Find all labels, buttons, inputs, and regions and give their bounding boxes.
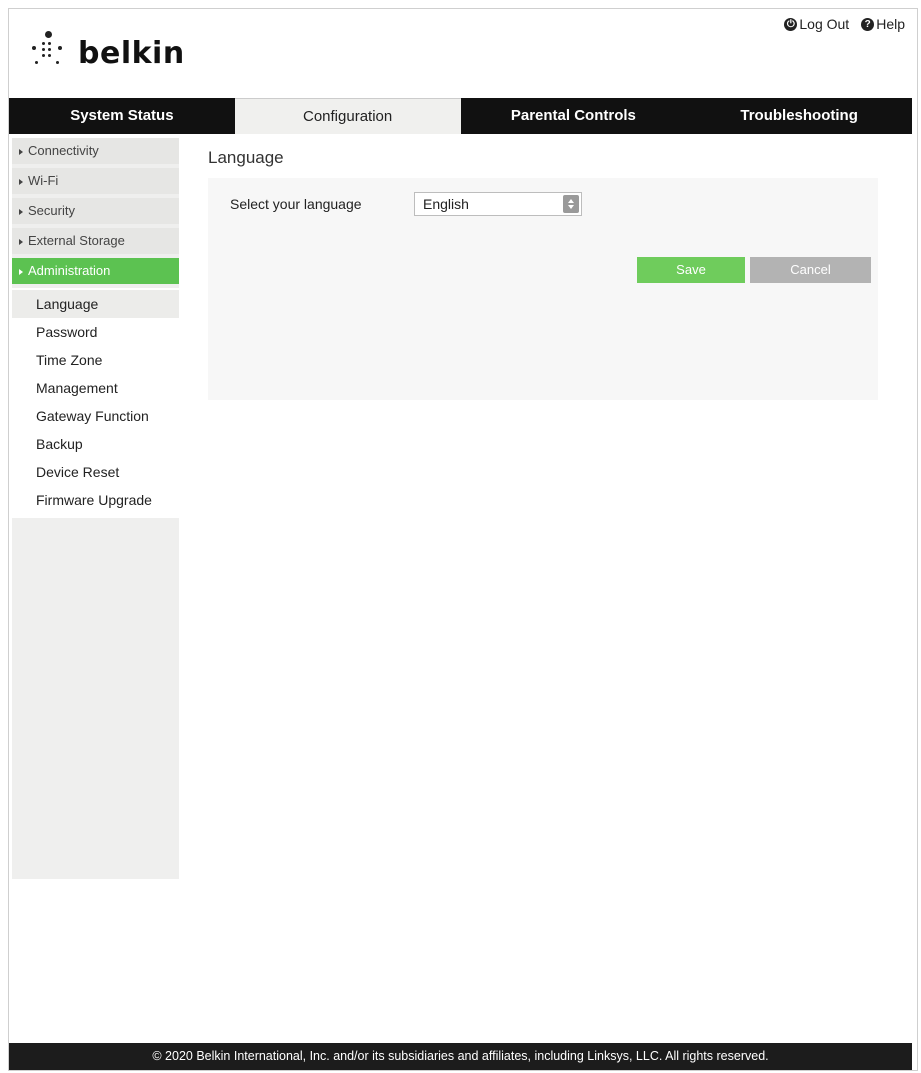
question-icon: ? (861, 17, 875, 31)
brand-name: belkin (78, 35, 185, 71)
caret-right-icon (19, 178, 23, 185)
tab-configuration[interactable]: Configuration (234, 98, 461, 134)
administration-submenu: Language Password Time Zone Management G… (12, 288, 179, 518)
sidebar-item-label: External Storage (28, 233, 125, 248)
save-button[interactable]: Save (637, 257, 745, 283)
submenu-item-device-reset[interactable]: Device Reset (12, 458, 179, 486)
language-label: Select your language (230, 196, 362, 212)
sidebar-item-security[interactable]: Security (12, 198, 179, 224)
language-select[interactable]: English (414, 192, 582, 216)
main-nav: System Status Configuration Parental Con… (9, 98, 912, 134)
submenu-item-firmware-upgrade[interactable]: Firmware Upgrade (12, 486, 179, 514)
logout-link[interactable]: ⏻ Log Out (784, 16, 849, 32)
sidebar-item-label: Administration (28, 263, 111, 278)
belkin-dots-icon (30, 31, 66, 75)
sidebar: Connectivity Wi-Fi Security External Sto… (12, 138, 179, 879)
cancel-button[interactable]: Cancel (750, 257, 871, 283)
submenu-item-language[interactable]: Language (12, 290, 179, 318)
help-link[interactable]: ? Help (861, 16, 905, 32)
caret-right-icon (19, 268, 23, 275)
tab-system-status[interactable]: System Status (9, 98, 235, 134)
language-select-value: English (423, 196, 469, 212)
caret-right-icon (19, 208, 23, 215)
submenu-item-time-zone[interactable]: Time Zone (12, 346, 179, 374)
power-icon: ⏻ (784, 17, 798, 31)
sidebar-item-label: Wi-Fi (28, 173, 59, 188)
select-arrows-icon (563, 195, 579, 213)
tab-parental-controls[interactable]: Parental Controls (461, 98, 687, 134)
caret-right-icon (19, 238, 23, 245)
sidebar-item-label: Connectivity (28, 143, 99, 158)
submenu-item-gateway-function[interactable]: Gateway Function (12, 402, 179, 430)
footer-copyright: © 2020 Belkin International, Inc. and/or… (9, 1043, 912, 1070)
brand-logo[interactable]: belkin (30, 28, 185, 78)
submenu-item-management[interactable]: Management (12, 374, 179, 402)
sidebar-item-administration[interactable]: Administration (12, 258, 179, 284)
top-links: ⏻ Log Out ? Help (784, 16, 905, 32)
help-label: Help (876, 16, 905, 32)
caret-right-icon (19, 148, 23, 155)
tab-troubleshooting[interactable]: Troubleshooting (686, 98, 912, 134)
sidebar-item-wifi[interactable]: Wi-Fi (12, 168, 179, 194)
page-title: Language (208, 148, 284, 167)
submenu-item-backup[interactable]: Backup (12, 430, 179, 458)
sidebar-item-label: Security (28, 203, 75, 218)
logout-label: Log Out (799, 16, 850, 32)
sidebar-item-external-storage[interactable]: External Storage (12, 228, 179, 254)
sidebar-item-connectivity[interactable]: Connectivity (12, 138, 179, 164)
submenu-item-password[interactable]: Password (12, 318, 179, 346)
